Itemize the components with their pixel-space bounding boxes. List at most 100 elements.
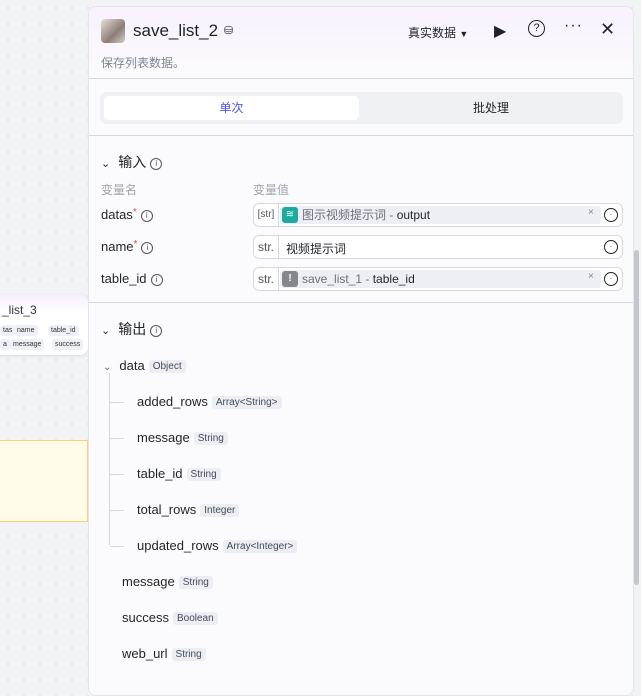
output-section-title: 输出 — [118, 321, 147, 337]
param-label-table-id: table_id i — [101, 271, 163, 286]
node-output-chip: success — [52, 339, 84, 350]
tree-line — [110, 546, 124, 547]
panel-scrollbar[interactable] — [634, 250, 639, 585]
info-icon[interactable]: i — [150, 274, 163, 286]
node-input-chip: name — [14, 325, 38, 336]
tree-line — [110, 510, 124, 511]
field-name: updated_rows — [137, 538, 219, 553]
tab-batch[interactable]: 批处理 — [363, 96, 619, 120]
field-name: table_id — [137, 466, 183, 481]
node-title[interactable]: save_list_2 — [133, 21, 218, 41]
type-tag: String — [171, 648, 206, 661]
plugin-icon: ⛁ — [224, 25, 234, 37]
chevron-down-icon: ⌄ — [101, 158, 111, 170]
param-label-datas: datas* i — [101, 207, 153, 222]
output-field: success Boolean — [122, 610, 218, 625]
required-mark: * — [132, 207, 137, 218]
tree-line — [110, 402, 124, 403]
param-label-name: name* i — [101, 239, 154, 254]
close-icon[interactable]: ✕ — [600, 19, 615, 40]
clear-icon[interactable]: × — [588, 207, 594, 218]
output-field: message String — [137, 430, 228, 445]
field-name: total_rows — [137, 502, 197, 517]
mode-tabs: 单次 批处理 — [100, 92, 623, 124]
type-tag: Object — [148, 360, 186, 373]
ref-node: 图示视频提示词 — [302, 208, 387, 222]
param-name: name — [101, 239, 134, 254]
run-icon[interactable]: ▶ — [494, 21, 506, 41]
input-section-title: 输入 — [118, 154, 147, 170]
field-name: success — [122, 610, 169, 625]
field-name: message — [122, 574, 175, 589]
field-name: web_url — [122, 646, 168, 661]
node-output-chip: message — [10, 339, 45, 350]
table-id-value-field[interactable]: str. ! save_list_1 - table_id × · — [253, 267, 623, 291]
info-icon[interactable]: i — [150, 325, 163, 337]
tab-single[interactable]: 单次 — [104, 96, 359, 120]
tree-line — [109, 373, 110, 545]
canvas-note-node[interactable] — [0, 440, 88, 522]
ref-field: output — [396, 208, 431, 222]
variable-picker-icon[interactable]: · — [604, 240, 618, 254]
divider — [89, 135, 633, 136]
column-header-name: 变量名 — [101, 183, 138, 197]
output-field-data[interactable]: ⌄ data Object — [103, 358, 186, 373]
type-tag: String — [193, 432, 228, 445]
divider — [89, 78, 633, 79]
info-icon[interactable]: i — [141, 242, 154, 254]
chevron-down-icon: ⌄ — [103, 362, 112, 373]
field-name: message — [137, 430, 190, 445]
type-indicator: [str] — [254, 204, 279, 226]
node-input-chip: table_id — [48, 325, 79, 336]
datas-value-field[interactable]: [str] ≋ 图示视频提示词 - output × · — [253, 203, 623, 227]
input-section-toggle[interactable]: ⌄ 输入 i — [101, 152, 163, 172]
output-field: table_id String — [137, 466, 221, 481]
variable-reference[interactable]: ≋ 图示视频提示词 - output — [280, 206, 601, 224]
field-name: data — [119, 358, 145, 373]
caret-down-icon: ▼ — [459, 29, 469, 39]
clear-icon[interactable]: × — [588, 271, 594, 282]
more-icon[interactable]: ··· — [564, 17, 583, 35]
output-field: added_rows Array<String> — [137, 394, 282, 409]
node-title: _list_3 — [2, 303, 37, 317]
name-value-field[interactable]: str. 视频提示词 · — [253, 235, 623, 259]
layers-icon: ≋ — [282, 207, 298, 223]
divider — [89, 302, 633, 303]
output-field: total_rows Integer — [137, 502, 240, 517]
type-tag: Array<String> — [211, 396, 282, 409]
type-tag: Array<Integer> — [222, 540, 298, 553]
type-indicator: str. — [254, 268, 279, 290]
data-mode-label: 真实数据 — [408, 26, 457, 40]
data-mode-select[interactable]: 真实数据 ▼ — [408, 24, 468, 41]
warning-icon: ! — [282, 271, 298, 287]
type-indicator: str. — [254, 236, 279, 258]
canvas-node-save-list-3[interactable]: _list_3 tas name table_id a message succ… — [0, 295, 88, 355]
variable-picker-icon[interactable]: · — [604, 208, 618, 222]
help-icon[interactable]: ? — [528, 20, 545, 37]
info-icon[interactable]: i — [140, 210, 153, 222]
output-field: web_url String — [122, 646, 206, 661]
node-description: 保存列表数据。 — [101, 56, 186, 70]
output-section-toggle[interactable]: ⌄ 输出 i — [101, 319, 163, 339]
type-tag: Integer — [200, 504, 240, 517]
required-mark: * — [133, 239, 138, 250]
chevron-down-icon: ⌄ — [101, 325, 111, 337]
info-icon[interactable]: i — [150, 158, 163, 170]
ref-node: save_list_1 — [302, 272, 363, 286]
param-name: datas — [101, 207, 133, 222]
node-settings-panel: save_list_2 ⛁ 保存列表数据。 真实数据 ▼ ▶ ? ··· ✕ 单… — [88, 6, 634, 696]
type-tag: String — [178, 576, 213, 589]
param-name: table_id — [101, 271, 147, 286]
tree-line — [110, 474, 124, 475]
output-field: message String — [122, 574, 213, 589]
ref-field: table_id — [372, 272, 415, 286]
variable-reference[interactable]: ! save_list_1 - table_id — [280, 270, 601, 288]
tree-line — [110, 438, 124, 439]
field-name: added_rows — [137, 394, 208, 409]
variable-picker-icon[interactable]: · — [604, 272, 618, 286]
output-field: updated_rows Array<Integer> — [137, 538, 298, 553]
type-tag: Boolean — [172, 612, 218, 625]
type-tag: String — [186, 468, 221, 481]
node-output-chip: a — [0, 339, 10, 350]
name-value[interactable]: 视频提示词 — [286, 240, 346, 257]
